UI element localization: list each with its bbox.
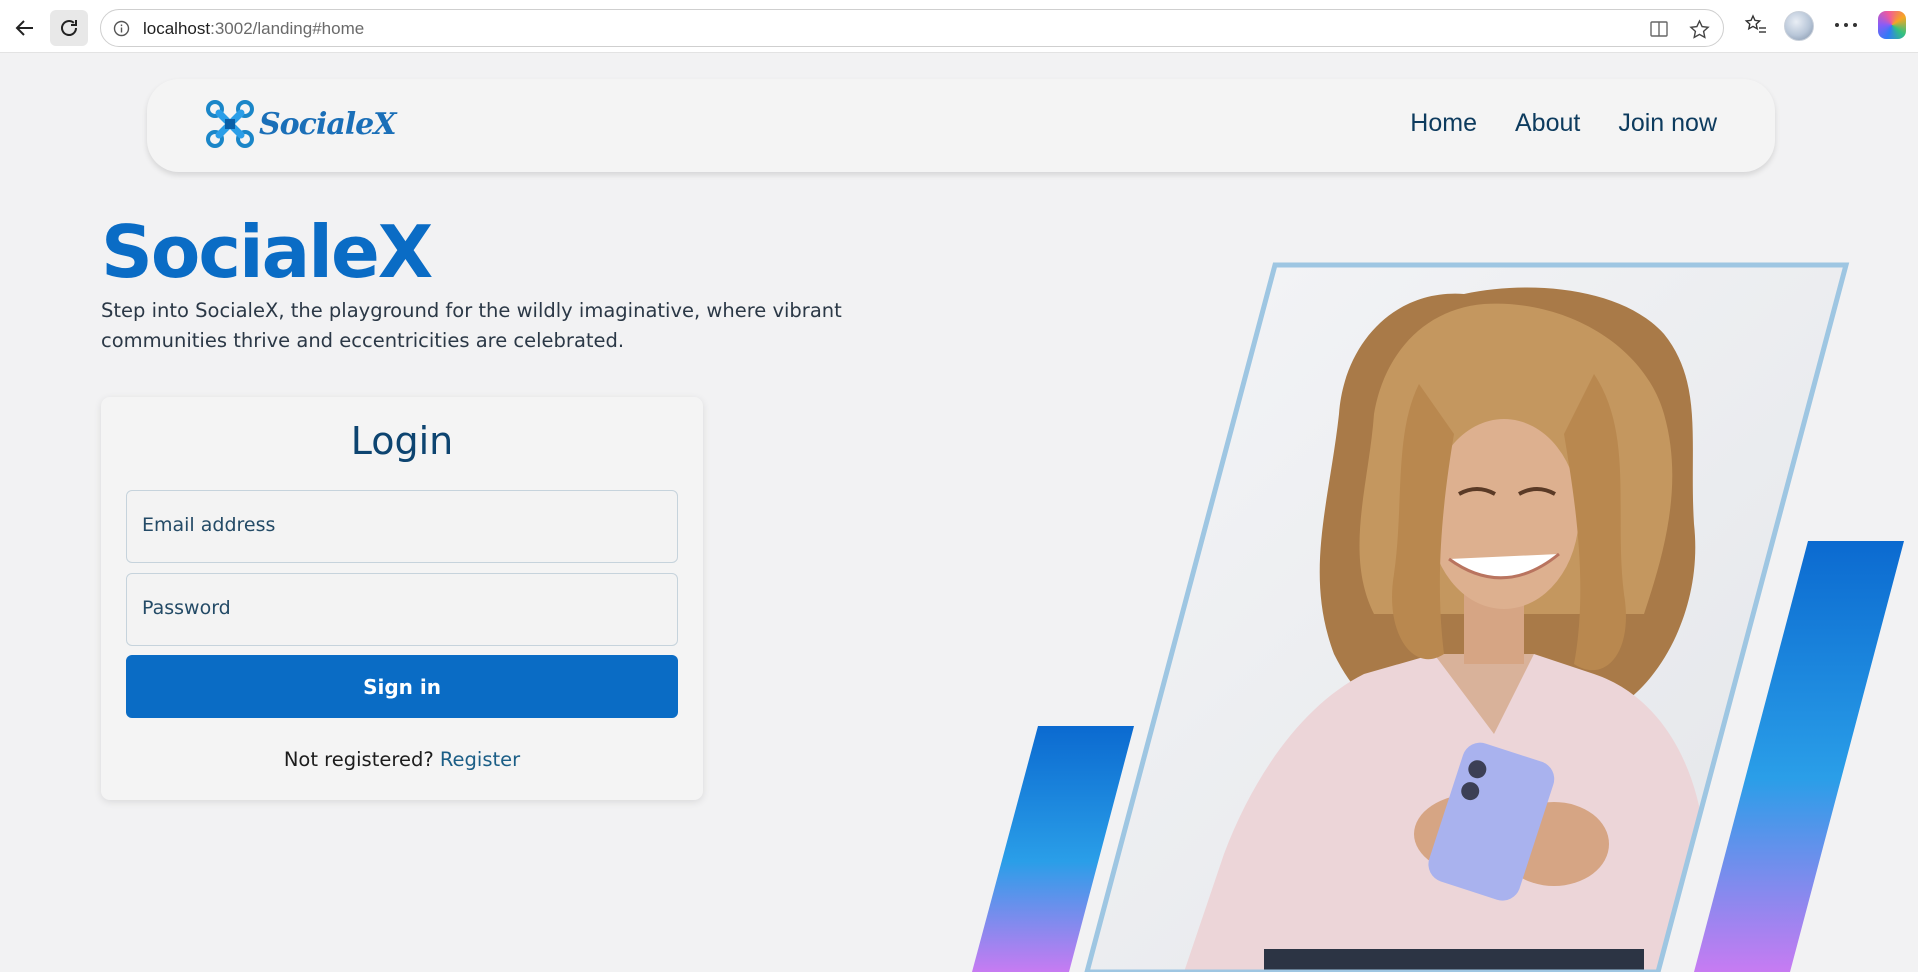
top-navbar: SocialeX Home About Join now — [147, 79, 1775, 172]
sign-in-button[interactable]: Sign in — [126, 655, 678, 718]
hero-title: SocialeX — [101, 210, 433, 294]
address-bar[interactable]: localhost:3002/landing#home — [100, 9, 1724, 47]
url-text: localhost:3002/landing#home — [143, 19, 365, 38]
copilot-icon[interactable] — [1878, 11, 1906, 39]
reload-button[interactable] — [50, 10, 88, 46]
profile-avatar[interactable] — [1784, 11, 1814, 41]
back-button[interactable] — [6, 10, 44, 46]
nav-link-about[interactable]: About — [1515, 109, 1580, 138]
more-icon[interactable] — [1834, 22, 1858, 28]
landing-page: SocialeX Home About Join now SocialeX St… — [4, 54, 1918, 972]
register-prompt: Not registered? Register — [101, 748, 703, 771]
nav-link-home[interactable]: Home — [1410, 109, 1477, 138]
favorites-list-icon[interactable] — [1744, 14, 1768, 36]
drone-logo-icon — [206, 100, 254, 148]
hero-subtitle: Step into SocialeX, the playground for t… — [101, 299, 842, 352]
login-card: Login Email address Password Sign in Not… — [101, 397, 703, 800]
register-prompt-text: Not registered? — [283, 748, 434, 771]
nav-link-join[interactable]: Join now — [1618, 109, 1717, 138]
email-field[interactable]: Email address — [126, 490, 678, 563]
password-placeholder: Password — [142, 597, 231, 619]
favorite-star-icon[interactable] — [1689, 19, 1710, 40]
site-info-icon[interactable] — [113, 20, 130, 37]
site-logo[interactable]: SocialeX — [205, 99, 397, 149]
back-arrow-icon — [15, 20, 33, 36]
nav-links: Home About Join now — [1410, 109, 1717, 138]
logo-wordmark: SocialeX — [259, 106, 397, 142]
email-placeholder: Email address — [142, 514, 276, 536]
login-title: Login — [350, 419, 454, 463]
browser-toolbar: localhost:3002/landing#home — [0, 0, 1918, 53]
password-field[interactable]: Password — [126, 573, 678, 646]
reload-icon — [61, 20, 77, 36]
register-link[interactable]: Register — [440, 748, 520, 771]
split-screen-icon[interactable] — [1649, 19, 1669, 39]
